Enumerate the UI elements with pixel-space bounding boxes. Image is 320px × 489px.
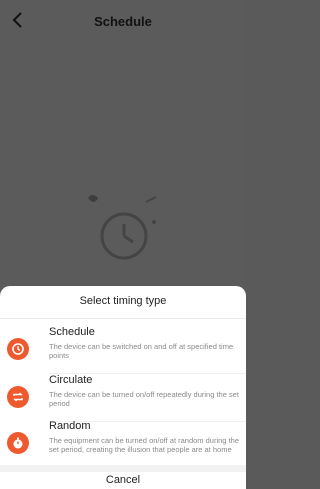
sheet-title: Select timing type — [79, 295, 167, 307]
option-random[interactable]: Random The equipment can be turned on/of… — [0, 418, 246, 464]
cancel-button[interactable]: Cancel — [0, 474, 246, 486]
timer-illustration — [88, 195, 157, 260]
timing-type-sheet: Select timing type Schedule The device c… — [0, 286, 246, 489]
option-circulate[interactable]: Circulate The device can be turned on/of… — [0, 372, 246, 422]
timer-icon — [7, 432, 29, 454]
option-schedule[interactable]: Schedule The device can be switched on a… — [0, 324, 246, 374]
option-name: Random — [49, 420, 91, 432]
option-description: The equipment can be turned on/off at ra… — [49, 436, 239, 454]
option-name: Schedule — [49, 326, 95, 338]
option-description: The device can be switched on and off at… — [49, 342, 234, 360]
sheet-spacer — [0, 465, 246, 472]
clock-icon — [7, 338, 29, 360]
header: Schedule — [0, 0, 246, 44]
repeat-icon — [7, 386, 29, 408]
divider — [0, 318, 246, 319]
schedule-screen: Schedule Select timing type Schedule The… — [0, 0, 246, 489]
option-description: The device can be turned on/off repeated… — [49, 390, 239, 408]
option-name: Circulate — [49, 374, 93, 386]
page-title: Schedule — [94, 14, 152, 29]
